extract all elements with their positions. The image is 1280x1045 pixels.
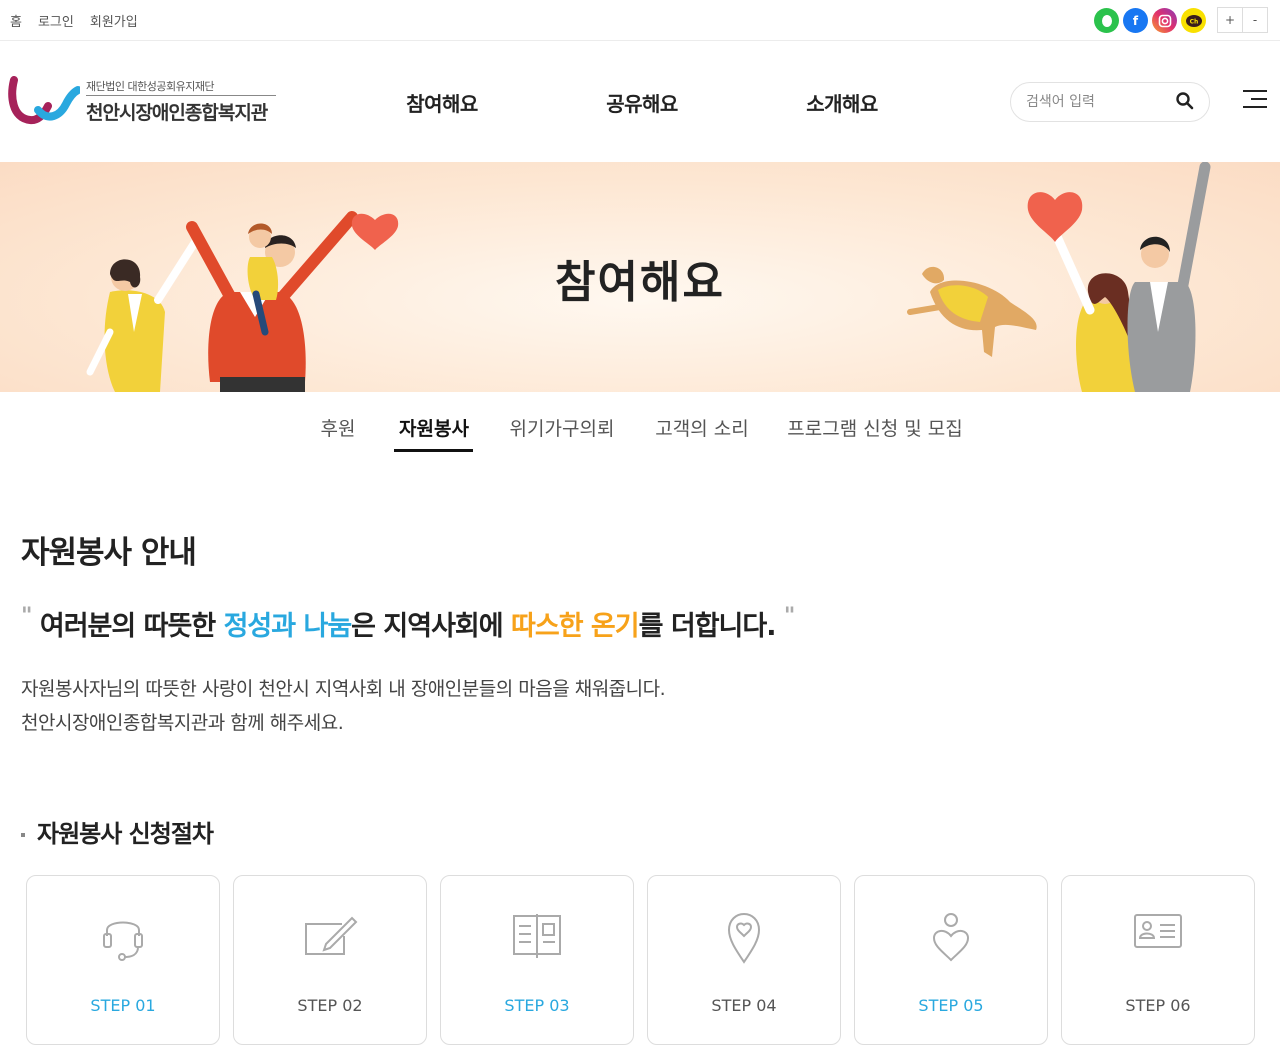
zoom-in-button[interactable]: + <box>1217 7 1243 33</box>
zoom-out-button[interactable]: - <box>1242 7 1268 33</box>
page-title: 자원봉사 안내 <box>21 535 197 571</box>
home-link[interactable]: 홈 <box>10 11 22 30</box>
bullet-dot <box>21 833 25 837</box>
couple-with-dog-illustration <box>907 162 1211 392</box>
section-title: 자원봉사 신청절차 <box>21 814 214 849</box>
logo-mark-icon <box>8 76 80 125</box>
step-label: STEP 04 <box>711 996 777 1015</box>
edit-form-icon <box>234 912 426 956</box>
logo-title: 천안시장애인종합복지관 <box>86 101 268 124</box>
book-icon <box>441 912 633 958</box>
signup-link[interactable]: 회원가입 <box>90 11 138 30</box>
login-link[interactable]: 로그인 <box>38 11 74 30</box>
tab-crisis-household[interactable]: 위기가구의뢰 <box>510 414 615 441</box>
description-line: 자원봉사자님의 따뜻한 사랑이 천안시 지역사회 내 장애인분들의 마음을 채워… <box>21 678 666 700</box>
hamburger-menu-icon[interactable] <box>1243 90 1267 112</box>
page-banner: 참여해요 <box>0 162 1280 392</box>
active-tab-underline <box>394 449 473 452</box>
step-card: STEP 05 <box>854 875 1048 1045</box>
nav-participate[interactable]: 참여해요 <box>406 88 478 117</box>
quote-close: " <box>783 604 796 629</box>
sub-nav: 후원 자원봉사 위기가구의뢰 고객의 소리 프로그램 신청 및 모집 <box>0 392 1280 462</box>
step-label: STEP 02 <box>297 996 363 1015</box>
svg-text:Ch: Ch <box>1189 18 1198 25</box>
zoom-controls: + - <box>1217 7 1268 33</box>
tab-volunteer[interactable]: 자원봉사 <box>399 414 469 441</box>
person-heart-icon <box>855 912 1047 964</box>
quote-highlight-1: 정성과 나눔 <box>223 611 353 642</box>
location-heart-icon <box>648 912 840 964</box>
step-card: STEP 04 <box>647 875 841 1045</box>
tab-customer-voice[interactable]: 고객의 소리 <box>655 414 748 441</box>
step-label: STEP 06 <box>1125 996 1191 1015</box>
utility-links: 홈 로그인 회원가입 <box>10 11 138 30</box>
step-label: STEP 05 <box>918 996 984 1015</box>
search-box <box>1010 82 1210 122</box>
quote-highlight-2: 따스한 온기 <box>511 611 640 642</box>
volunteer-quote: " 여러분의 따뜻한 정성과 나눔은 지역사회에 따스한 온기를 더합니다. " <box>21 604 796 643</box>
search-icon[interactable] <box>1175 91 1197 113</box>
search-input[interactable] <box>1026 83 1176 121</box>
tab-donation[interactable]: 후원 <box>321 414 356 441</box>
site-logo[interactable]: 재단법인 대한성공회유지재단 천안시장애인종합복지관 <box>8 76 276 126</box>
quote-open: " <box>21 604 33 629</box>
step-label: STEP 03 <box>504 996 570 1015</box>
step-label: STEP 01 <box>90 996 156 1015</box>
step-card: STEP 02 <box>233 875 427 1045</box>
sns-links: f Ch <box>1094 8 1206 33</box>
step-card: STEP 03 <box>440 875 634 1045</box>
logo-subtitle: 재단법인 대한성공회유지재단 <box>86 78 276 96</box>
nav-about[interactable]: 소개해요 <box>806 88 878 117</box>
volunteer-description: 자원봉사자님의 따뜻한 사랑이 천안시 지역사회 내 장애인분들의 마음을 채워… <box>21 672 666 740</box>
kakao-channel-icon[interactable]: Ch <box>1181 8 1206 33</box>
instagram-icon[interactable] <box>1152 8 1177 33</box>
step-card: STEP 01 <box>26 875 220 1045</box>
quote-part-3: 를 더합니다. <box>638 611 777 642</box>
step-card: STEP 06 <box>1061 875 1255 1045</box>
tab-program-application[interactable]: 프로그램 신청 및 모집 <box>787 414 962 441</box>
site-header: 재단법인 대한성공회유지재단 천안시장애인종합복지관 참여해요 공유해요 소개해… <box>0 42 1280 162</box>
quote-part-2: 은 지역사회에 <box>351 611 512 642</box>
quote-part-1: 여러분의 따뜻한 <box>39 611 224 642</box>
band-icon[interactable] <box>1094 8 1119 33</box>
top-utility-bar: 홈 로그인 회원가입 f Ch + - <box>0 0 1280 41</box>
headset-icon <box>27 912 219 962</box>
facebook-icon[interactable]: f <box>1123 8 1148 33</box>
description-line: 천안시장애인종합복지관과 함께 해주세요. <box>21 712 344 734</box>
id-card-icon <box>1062 912 1254 950</box>
nav-share[interactable]: 공유해요 <box>606 88 678 117</box>
section-title-text: 자원봉사 신청절차 <box>37 820 214 848</box>
